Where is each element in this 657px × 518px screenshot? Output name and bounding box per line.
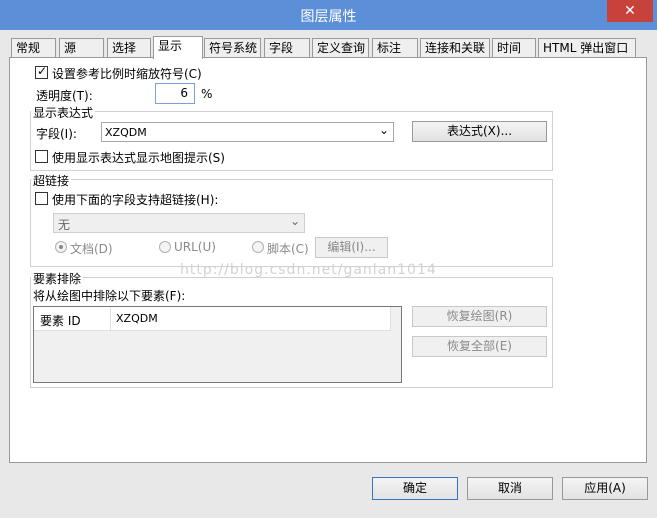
hyperlink-field-value: 无 [58, 218, 71, 232]
maptips-checkbox[interactable] [35, 150, 48, 163]
field-label: 字段(I): [36, 127, 77, 141]
list-header: 要素 ID XZQDM [34, 307, 391, 331]
chevron-down-icon: ⌄ [289, 214, 300, 228]
column-divider [390, 307, 391, 331]
scale-symbols-checkbox[interactable] [35, 64, 48, 79]
tab-time[interactable]: 时间 [492, 38, 536, 58]
title-bar: 图层属性 ✕ [0, 0, 657, 30]
radio-script-label: 脚本(C) [267, 242, 309, 256]
tab-definition-query[interactable]: 定义查询 [312, 38, 369, 58]
field-select-value: XZQDM [105, 126, 147, 139]
transparency-input[interactable]: 6 [155, 83, 195, 104]
transparency-unit: % [201, 87, 213, 101]
radio-document-label: 文档(D) [70, 242, 113, 256]
close-icon[interactable]: ✕ [607, 0, 653, 22]
edit-button[interactable]: 编辑(I)... [315, 237, 388, 258]
radio-script[interactable] [252, 241, 264, 253]
cancel-button[interactable]: 取消 [467, 477, 553, 500]
tab-selection[interactable]: 选择 [107, 38, 151, 58]
column-feature-id[interactable]: 要素 ID [40, 312, 81, 329]
tab-display[interactable]: 显示 [153, 36, 203, 59]
radio-document[interactable] [55, 241, 67, 253]
column-divider [110, 307, 111, 331]
expression-button[interactable]: 表达式(X)... [412, 121, 547, 142]
tab-html-popup[interactable]: HTML 弹出窗口 [538, 38, 636, 58]
excluded-features-list[interactable]: 要素 ID XZQDM [33, 306, 402, 383]
transparency-value: 6 [180, 86, 188, 100]
tab-symbology[interactable]: 符号系统 [204, 38, 261, 58]
column-xzqdm[interactable]: XZQDM [116, 312, 158, 325]
apply-button[interactable]: 应用(A) [562, 477, 648, 500]
feature-exclusion-title: 要素排除 [31, 270, 84, 287]
hyperlink-support-checkbox[interactable] [35, 192, 48, 205]
exclusion-list-label: 将从绘图中排除以下要素(F): [33, 289, 186, 303]
chevron-down-icon: ⌄ [378, 123, 389, 137]
hyperlink-field-select[interactable]: 无 ⌄ [53, 213, 305, 233]
transparency-label: 透明度(T): [36, 89, 93, 103]
field-select[interactable]: XZQDM ⌄ [101, 122, 394, 142]
ok-button[interactable]: 确定 [372, 477, 458, 500]
watermark-text: http://blog.csdn.net/ganlan1014 [180, 262, 437, 278]
tab-general[interactable]: 常规 [11, 38, 56, 58]
hyperlink-title: 超链接 [31, 172, 72, 189]
tab-fields[interactable]: 字段 [264, 38, 310, 58]
tab-joins-relates[interactable]: 连接和关联 [420, 38, 490, 58]
hyperlink-support-label: 使用下面的字段支持超链接(H): [52, 193, 219, 207]
maptips-label: 使用显示表达式显示地图提示(S) [52, 151, 225, 165]
display-expression-title: 显示表达式 [31, 104, 96, 121]
window-title: 图层属性 [300, 9, 357, 25]
scale-symbols-label: 设置参考比例时缩放符号(C) [52, 67, 202, 81]
radio-url[interactable] [159, 241, 171, 253]
radio-url-label: URL(U) [174, 240, 216, 254]
tab-source[interactable]: 源 [59, 38, 104, 58]
tab-labels[interactable]: 标注 [372, 38, 418, 58]
restore-all-button[interactable]: 恢复全部(E) [412, 336, 547, 357]
restore-drawing-button[interactable]: 恢复绘图(R) [412, 306, 547, 327]
